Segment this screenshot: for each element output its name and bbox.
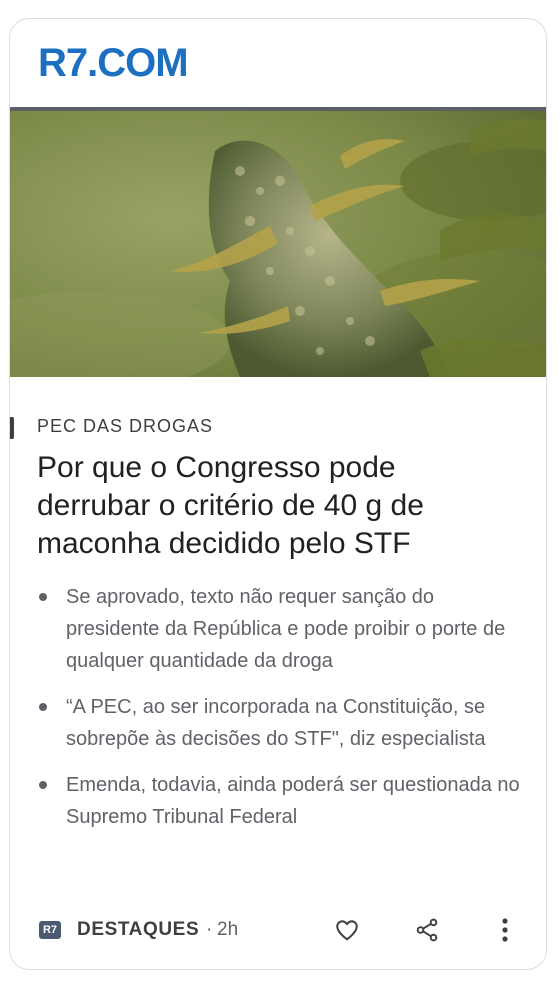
card-footer: R7 DESTAQUES · 2h [10, 912, 546, 948]
bullet-item: “A PEC, ao ser incorporada na Constituiç… [37, 691, 527, 755]
more-vert-icon [502, 918, 508, 942]
category-marker [10, 417, 14, 439]
bullet-text: Se aprovado, texto não requer sanção do … [66, 586, 506, 672]
more-options-button[interactable] [489, 914, 521, 946]
bullet-text: Emenda, todavia, ainda poderá ser questi… [66, 774, 520, 828]
article-category: PEC DAS DROGAS [37, 416, 214, 436]
article-hero-image[interactable] [10, 111, 546, 377]
heart-icon [336, 920, 358, 941]
publisher-header: R7.COM [10, 19, 546, 111]
source-logo-icon: R7 [39, 921, 61, 939]
share-icon [416, 918, 438, 942]
bullet-item: Se aprovado, texto não requer sanção do … [37, 581, 527, 677]
like-button[interactable] [331, 914, 363, 946]
article-bullets: Se aprovado, texto não requer sanção do … [37, 581, 527, 847]
bullet-dot-icon [39, 703, 47, 711]
source-name[interactable]: DESTAQUES [77, 919, 199, 941]
bullet-dot-icon [39, 781, 47, 789]
bullet-item: Emenda, todavia, ainda poderá ser questi… [37, 769, 527, 833]
news-card[interactable]: R7.COM PEC DAS DROGAS Por que o Congress… [9, 18, 547, 970]
bullet-dot-icon [39, 593, 47, 601]
meta-separator: · [206, 919, 213, 940]
cannabis-plant-photo-icon [10, 111, 546, 377]
bullet-text: “A PEC, ao ser incorporada na Constituiç… [66, 696, 486, 750]
publish-time: 2h [217, 919, 239, 940]
publisher-logo: R7.COM [38, 41, 189, 85]
article-headline[interactable]: Por que o Congresso pode derrubar o crit… [37, 449, 517, 563]
share-button[interactable] [411, 914, 443, 946]
